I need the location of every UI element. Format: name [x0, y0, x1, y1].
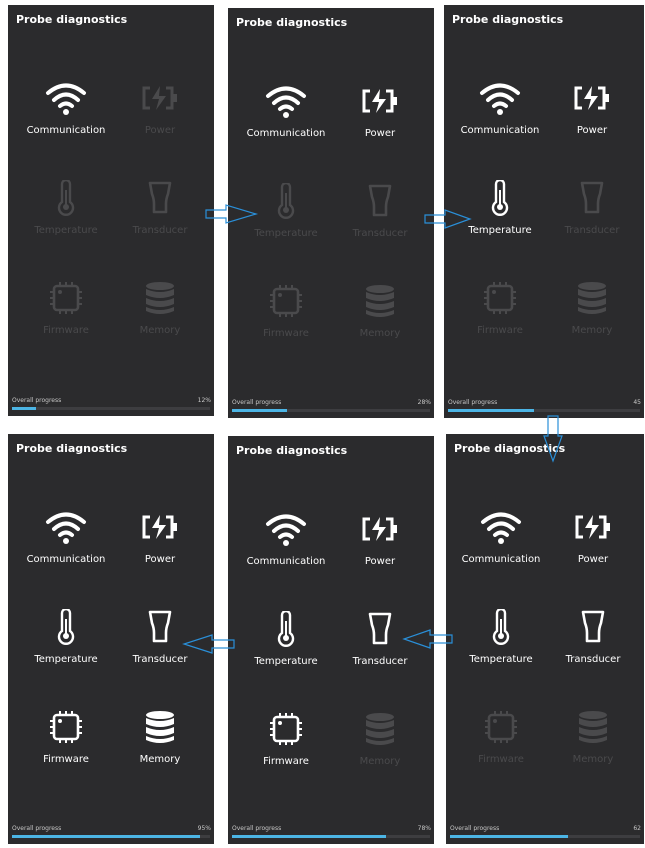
flow-arrow-left-icon [402, 629, 453, 649]
flow-arrow-down-icon [543, 415, 563, 463]
flow-arrow-right-icon [424, 209, 472, 229]
flow-arrow-left-icon [182, 634, 235, 654]
flow-arrow-right-icon [205, 204, 259, 224]
flow-arrows [182, 204, 563, 654]
